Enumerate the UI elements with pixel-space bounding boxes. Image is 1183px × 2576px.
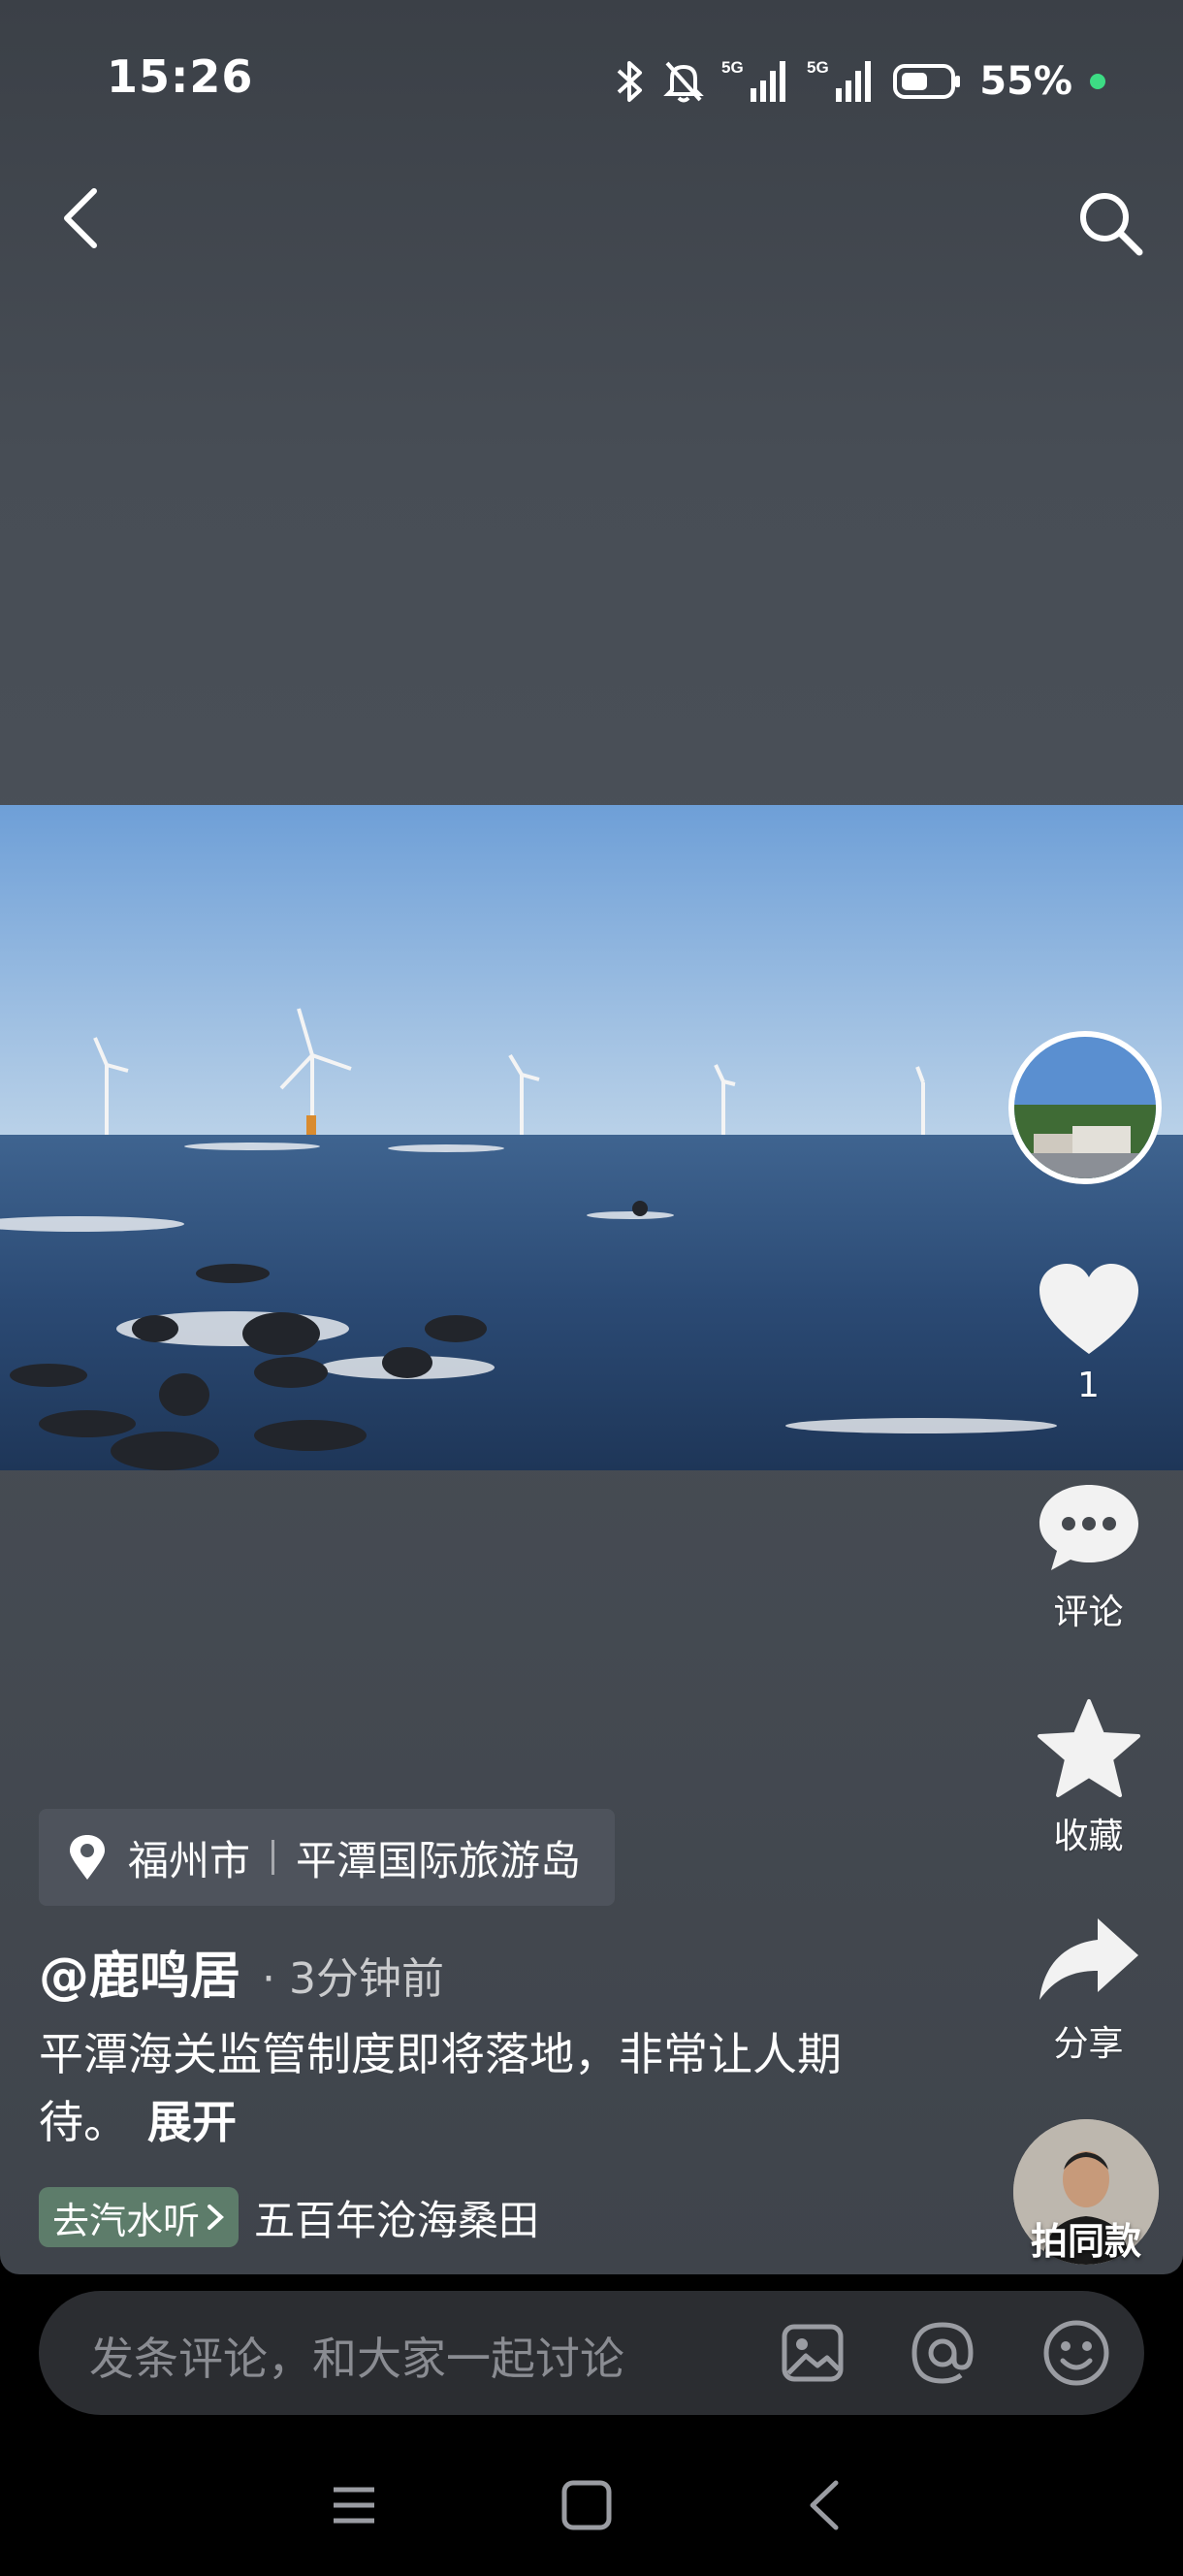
- menu-icon: [334, 2487, 374, 2524]
- back-button[interactable]: [47, 175, 114, 262]
- collect-label: 收藏: [1053, 1817, 1124, 1856]
- at-sign-icon: [911, 2322, 974, 2384]
- avatar-image: [1014, 1037, 1156, 1178]
- battery-icon: [893, 64, 961, 99]
- expand-link[interactable]: 展开: [147, 2096, 237, 2148]
- signal-5g-icon: 5G: [721, 58, 786, 102]
- location-chip[interactable]: 福州市 平潭国际旅游岛: [39, 1809, 616, 1906]
- status-time: 15:26: [107, 50, 254, 103]
- chevron-right-icon: [208, 2205, 224, 2230]
- like-button[interactable]: 1: [1008, 1261, 1168, 1405]
- share-arrow-icon: [1039, 1918, 1138, 2000]
- image-button[interactable]: [774, 2314, 851, 2392]
- video-frame[interactable]: [0, 805, 1183, 1470]
- search-icon: [1080, 193, 1143, 256]
- signal-5g-icon: 5G: [807, 58, 872, 102]
- svg-text:5G: 5G: [807, 58, 829, 77]
- emoji-button[interactable]: [1038, 2314, 1115, 2392]
- sea-wind-turbines-image: [0, 805, 1183, 1470]
- mute-bell-icon: [663, 61, 705, 103]
- music-chip-label: 去汽水听: [52, 2199, 201, 2242]
- music-chip[interactable]: 去汽水听: [39, 2187, 240, 2247]
- location-pin-icon: [70, 1835, 105, 1880]
- home-nav-button[interactable]: [553, 2471, 621, 2539]
- video-screen: 15:26 5G 5G 55% 1 评论 收藏 分享 拍同款 福州市 平潭国际旅…: [0, 0, 1183, 2274]
- status-dot: [1090, 74, 1105, 89]
- location-divider: [272, 1840, 275, 1875]
- image-icon: [782, 2324, 844, 2382]
- status-bar: 15:26 5G 5G 55%: [0, 0, 1183, 165]
- comment-button[interactable]: 评论: [1008, 1479, 1168, 1634]
- menu-nav-button[interactable]: [320, 2471, 388, 2539]
- emoji-smile-icon: [1043, 2320, 1109, 2386]
- back-nav-button[interactable]: [790, 2471, 858, 2539]
- post-description: 平潭海关监管制度即将落地，非常让人期待。 展开: [39, 2020, 892, 2156]
- home-square-icon: [561, 2480, 612, 2530]
- remix-label[interactable]: 拍同款: [1008, 2211, 1164, 2265]
- location-place: 平潭国际旅游岛: [296, 1836, 582, 1884]
- collect-button[interactable]: 收藏: [1008, 1697, 1168, 1858]
- music-row[interactable]: 去汽水听 五百年沧海桑田: [39, 2187, 539, 2247]
- battery-percent: 55%: [979, 59, 1072, 104]
- author-row: @鹿鸣居 · 3分钟前: [39, 1935, 444, 2008]
- comment-input-bar[interactable]: 发条评论，和大家一起讨论: [39, 2291, 1144, 2415]
- share-label: 分享: [1053, 2024, 1124, 2064]
- music-title[interactable]: 五百年沧海桑田: [254, 2188, 539, 2247]
- share-button[interactable]: 分享: [1008, 1911, 1168, 2066]
- like-count: 1: [1077, 1366, 1100, 1405]
- comment-bubble-icon: [1039, 1485, 1138, 1570]
- star-icon: [1037, 1699, 1140, 1797]
- chevron-left-icon: [64, 188, 97, 248]
- heart-icon: [1039, 1264, 1138, 1354]
- author-name[interactable]: @鹿鸣居: [39, 1935, 240, 2008]
- comment-label: 评论: [1053, 1593, 1124, 1632]
- post-time: · 3分钟前: [262, 1954, 444, 2004]
- mention-button[interactable]: [904, 2314, 981, 2392]
- bluetooth-icon: [617, 61, 643, 102]
- author-avatar[interactable]: [1008, 1031, 1162, 1184]
- system-nav-bar: [0, 2425, 1183, 2576]
- back-triangle-icon: [810, 2480, 839, 2530]
- status-icons: 5G 5G 55%: [613, 50, 1105, 113]
- comment-input[interactable]: 发条评论，和大家一起讨论: [89, 2324, 624, 2388]
- svg-text:5G: 5G: [721, 58, 744, 77]
- search-button[interactable]: [1067, 179, 1154, 267]
- location-city: 福州市: [128, 1836, 251, 1884]
